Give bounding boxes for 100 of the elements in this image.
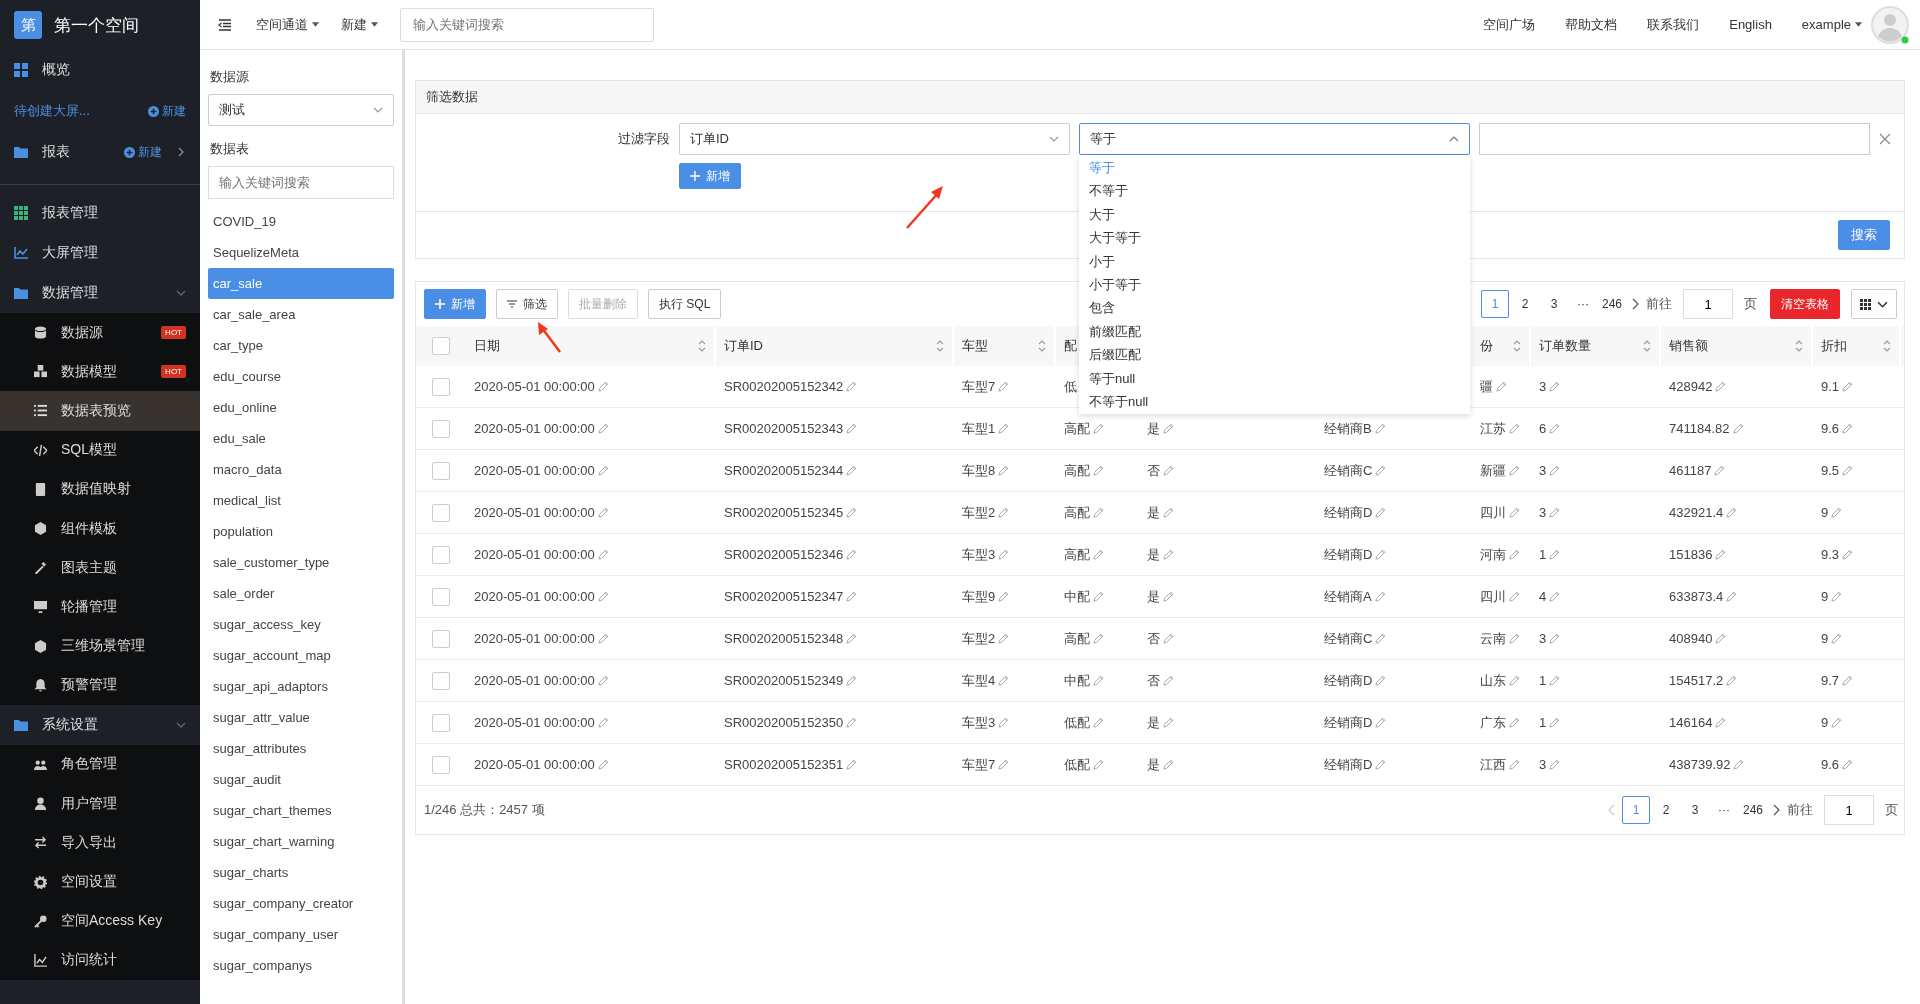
menu-item[interactable]: 系统设置 bbox=[0, 704, 200, 745]
pencil-icon[interactable] bbox=[998, 717, 1010, 728]
menu-icon[interactable] bbox=[218, 18, 232, 31]
page-button[interactable]: 246 bbox=[1739, 797, 1766, 823]
submenu-item[interactable]: 数据值映射 bbox=[0, 469, 200, 509]
prev-page-icon[interactable] bbox=[1607, 804, 1615, 816]
table-list-item[interactable]: edu_course bbox=[208, 361, 394, 392]
table-list-item[interactable]: sugar_chart_themes bbox=[208, 795, 394, 826]
row-checkbox[interactable] bbox=[432, 713, 450, 732]
column-toggle-button[interactable] bbox=[1851, 289, 1897, 319]
pencil-icon[interactable] bbox=[1496, 381, 1507, 392]
pencil-icon[interactable] bbox=[998, 507, 1010, 518]
pencil-icon[interactable] bbox=[597, 381, 609, 392]
search-field[interactable]: 输入关键词搜索 bbox=[208, 166, 394, 199]
dropdown-option[interactable]: 后缀匹配 bbox=[1079, 343, 1470, 367]
pencil-icon[interactable] bbox=[597, 465, 609, 476]
table-list-item[interactable]: sale_customer_type bbox=[208, 547, 394, 578]
dropdown-option[interactable]: 小于 bbox=[1079, 249, 1470, 273]
dropdown-option[interactable]: 大于等于 bbox=[1079, 226, 1470, 250]
pencil-icon[interactable] bbox=[597, 507, 609, 518]
row-checkbox[interactable] bbox=[432, 629, 450, 648]
search-field[interactable]: 输入关键词搜索 bbox=[400, 7, 654, 42]
pencil-icon[interactable] bbox=[846, 591, 858, 602]
table-list-item[interactable]: SequelizeMeta bbox=[208, 237, 394, 268]
pencil-icon[interactable] bbox=[1093, 717, 1104, 728]
page-input[interactable]: 1 bbox=[1824, 795, 1874, 825]
pencil-icon[interactable] bbox=[846, 423, 858, 434]
pencil-icon[interactable] bbox=[998, 549, 1010, 560]
page-button[interactable]: 3 bbox=[1681, 797, 1708, 823]
table-list-item[interactable]: edu_online bbox=[208, 392, 394, 423]
page-button[interactable]: 1 bbox=[1621, 796, 1650, 824]
pencil-icon[interactable] bbox=[1726, 675, 1738, 686]
pencil-icon[interactable] bbox=[1509, 591, 1520, 602]
next-page-icon[interactable] bbox=[1773, 804, 1780, 816]
submenu-item[interactable]: 空间Access Key bbox=[0, 901, 200, 941]
table-list-item[interactable]: COVID_19 bbox=[208, 206, 394, 237]
pencil-icon[interactable] bbox=[1375, 549, 1387, 560]
pencil-icon[interactable] bbox=[846, 381, 858, 392]
pencil-icon[interactable] bbox=[998, 633, 1010, 644]
table-list-item[interactable]: sale_order bbox=[208, 578, 394, 609]
pencil-icon[interactable] bbox=[1163, 675, 1174, 686]
pencil-icon[interactable] bbox=[1549, 675, 1561, 686]
row-checkbox[interactable] bbox=[432, 671, 450, 690]
pencil-icon[interactable] bbox=[1163, 717, 1174, 728]
pencil-icon[interactable] bbox=[1842, 381, 1854, 392]
table-list-item[interactable]: sugar_companys bbox=[208, 950, 394, 981]
pencil-icon[interactable] bbox=[1093, 465, 1104, 476]
nav-item[interactable]: 概览 bbox=[0, 50, 200, 90]
submenu-item[interactable]: 数据模型 HOT bbox=[0, 352, 200, 392]
pencil-icon[interactable] bbox=[1726, 591, 1738, 602]
pencil-icon[interactable] bbox=[1831, 507, 1843, 518]
pencil-icon[interactable] bbox=[998, 675, 1010, 686]
pencil-icon[interactable] bbox=[1831, 717, 1843, 728]
pencil-icon[interactable] bbox=[1375, 465, 1387, 476]
pencil-icon[interactable] bbox=[1549, 549, 1561, 560]
dropdown-option[interactable]: 不等于 bbox=[1079, 179, 1470, 203]
pencil-icon[interactable] bbox=[1842, 675, 1854, 686]
pencil-icon[interactable] bbox=[597, 633, 609, 644]
nav-item[interactable]: 报表 bbox=[42, 143, 110, 161]
row-checkbox[interactable] bbox=[432, 755, 450, 774]
pencil-icon[interactable] bbox=[1375, 507, 1387, 518]
user-menu[interactable]: example bbox=[1801, 17, 1862, 32]
next-page-icon[interactable] bbox=[1632, 298, 1639, 310]
pencil-icon[interactable] bbox=[1842, 465, 1854, 476]
pencil-icon[interactable] bbox=[1549, 465, 1561, 476]
pencil-icon[interactable] bbox=[597, 591, 609, 602]
nav-link[interactable]: English bbox=[1729, 17, 1772, 32]
sort-icon[interactable] bbox=[1513, 340, 1521, 352]
pencil-icon[interactable] bbox=[1509, 675, 1520, 686]
pencil-icon[interactable] bbox=[597, 675, 609, 686]
table-list-item[interactable]: sugar_api_adaptors bbox=[208, 671, 394, 702]
table-list-item[interactable]: medical_list bbox=[208, 485, 394, 516]
submenu-item[interactable]: 三维场景管理 bbox=[0, 626, 200, 666]
table-list-item[interactable]: edu_sale bbox=[208, 423, 394, 454]
pencil-icon[interactable] bbox=[597, 717, 609, 728]
table-list-item[interactable]: sugar_chart_warning bbox=[208, 826, 394, 857]
dropdown-option[interactable]: 包含 bbox=[1079, 296, 1470, 320]
pencil-icon[interactable] bbox=[1509, 507, 1520, 518]
submenu-item[interactable]: 组件模板 bbox=[0, 508, 200, 549]
page-button[interactable]: 1 bbox=[1480, 290, 1509, 318]
pencil-icon[interactable] bbox=[1093, 759, 1104, 770]
pencil-icon[interactable] bbox=[998, 591, 1010, 602]
pencil-icon[interactable] bbox=[1842, 549, 1854, 560]
table-list-item[interactable]: sugar_access_key bbox=[208, 609, 394, 640]
pencil-icon[interactable] bbox=[1375, 717, 1387, 728]
page-button[interactable]: 2 bbox=[1652, 797, 1679, 823]
pencil-icon[interactable] bbox=[1374, 591, 1386, 602]
table-list-item[interactable]: car_sale_area bbox=[208, 299, 394, 330]
nav-link[interactable]: 帮助文档 bbox=[1565, 15, 1618, 34]
pencil-icon[interactable] bbox=[1375, 633, 1387, 644]
nav-link[interactable]: 联系我们 bbox=[1647, 15, 1700, 34]
pencil-icon[interactable] bbox=[1163, 423, 1174, 434]
table-list-item[interactable]: population bbox=[208, 516, 394, 547]
pencil-icon[interactable] bbox=[1374, 423, 1386, 434]
sort-icon[interactable] bbox=[1643, 340, 1651, 352]
pencil-icon[interactable] bbox=[846, 507, 858, 518]
dropdown-option[interactable]: 前缀匹配 bbox=[1079, 319, 1470, 344]
pencil-icon[interactable] bbox=[1549, 507, 1561, 518]
nav-link[interactable]: 空间广场 bbox=[1483, 15, 1536, 34]
close-icon[interactable] bbox=[1879, 133, 1891, 145]
